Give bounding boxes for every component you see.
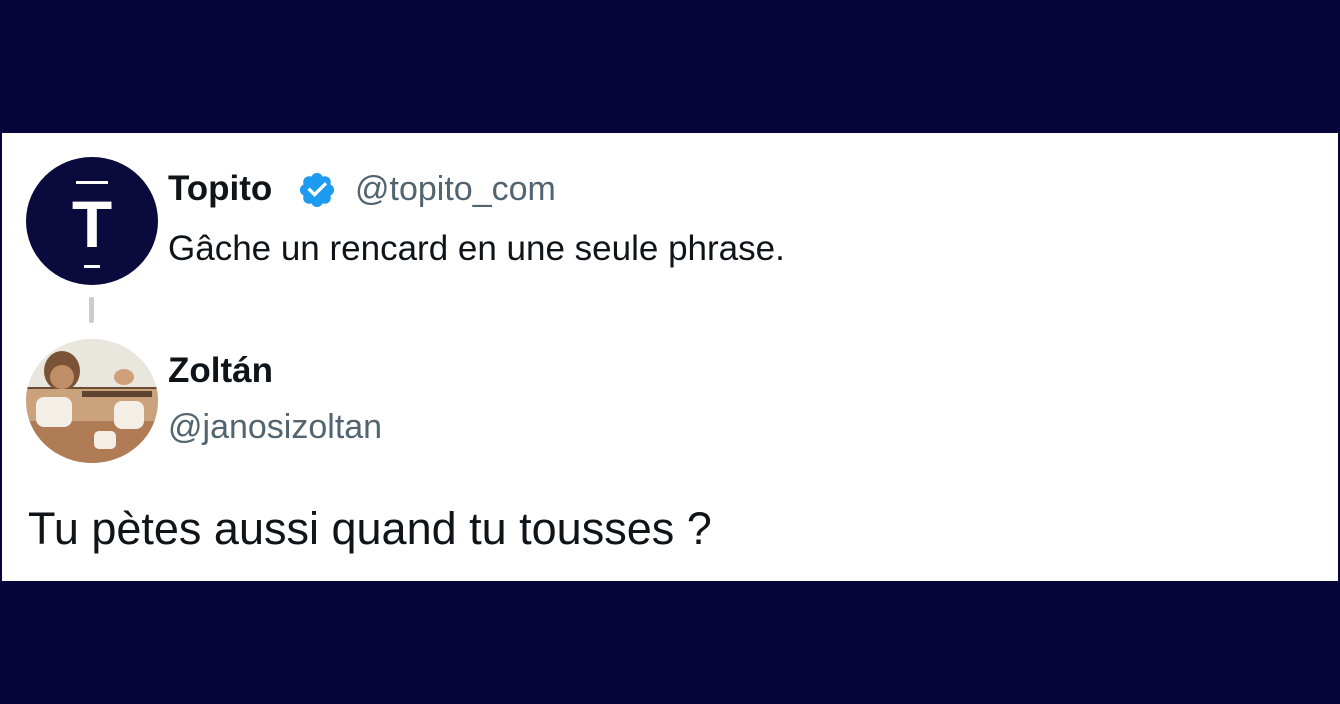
reply-tweet-text: Tu pètes aussi quand tu tousses ? xyxy=(28,503,712,554)
zoltan-avatar[interactable] xyxy=(26,339,158,463)
topito-avatar[interactable]: T xyxy=(26,157,158,285)
topito-logo-icon: T xyxy=(72,181,112,268)
original-author-name[interactable]: Topito xyxy=(168,169,272,209)
original-author-handle[interactable]: @topito_com xyxy=(355,170,556,209)
topito-logo-letter: T xyxy=(72,187,112,261)
reply-author-handle[interactable]: @janosizoltan xyxy=(168,408,382,447)
original-tweet-text: Gâche un rencard en une seule phrase. xyxy=(168,229,785,268)
verified-badge-icon xyxy=(299,172,335,208)
profile-photo-icon xyxy=(26,339,158,463)
thread-connector-line xyxy=(89,297,94,323)
reply-author-name[interactable]: Zoltán xyxy=(168,351,273,391)
tweet-card: T Topito @topito_com Gâche un rencard en… xyxy=(2,133,1338,581)
